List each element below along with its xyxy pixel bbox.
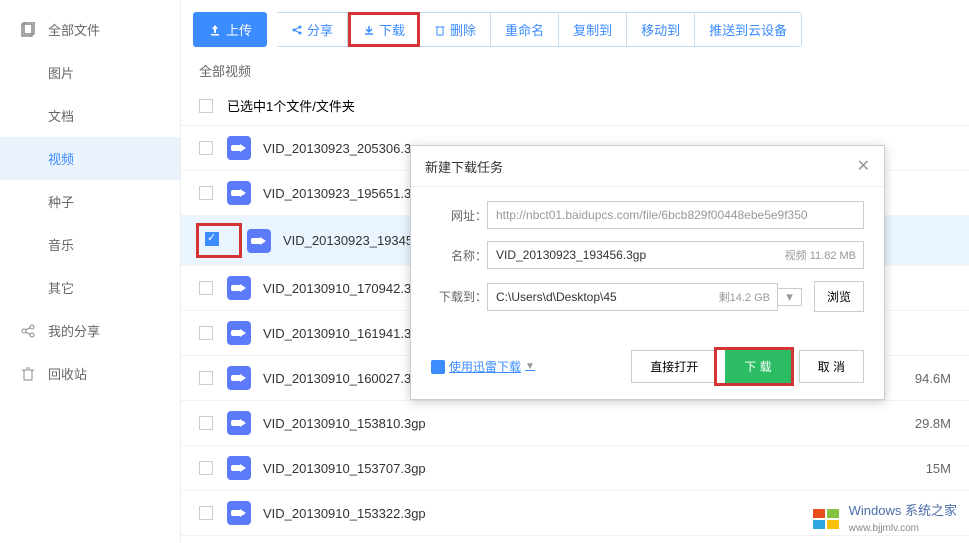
watermark-text: Windows 系统之家 www.bjjmlv.com	[849, 503, 957, 535]
file-size: 15M	[926, 461, 951, 476]
sidebar-label: 我的分享	[48, 321, 100, 340]
video-file-icon	[227, 321, 251, 345]
video-file-icon	[227, 501, 251, 525]
sidebar-item-music[interactable]: 音乐	[0, 223, 180, 266]
chevron-down-icon: ▼	[525, 361, 535, 372]
sidebar-item-docs[interactable]: 文档	[0, 94, 180, 137]
video-file-icon	[227, 411, 251, 435]
thunder-link[interactable]: 使用迅雷下载▼	[449, 358, 535, 375]
selected-count: 已选中1个文件/文件夹	[227, 96, 355, 115]
file-row[interactable]: VID_20130910_153810.3gp 29.8M	[181, 401, 969, 446]
windows-logo-icon	[811, 505, 843, 533]
url-input[interactable]	[487, 201, 864, 229]
file-checkbox[interactable]	[199, 186, 213, 200]
close-icon[interactable]: ✕	[857, 156, 870, 176]
file-checkbox[interactable]	[199, 281, 213, 295]
name-label: 名称：	[431, 247, 487, 264]
file-checkbox[interactable]	[199, 371, 213, 385]
file-row[interactable]: VID_20130910_153707.3gp 15M	[181, 446, 969, 491]
name-suffix: 视频 11.82 MB	[785, 247, 856, 263]
open-direct-button[interactable]: 直接打开	[631, 350, 717, 383]
video-file-icon	[227, 366, 251, 390]
toolbar: 上传 分享 下载 删除 重命名 复制到 移动	[181, 8, 969, 51]
copyto-button[interactable]: 复制到	[559, 12, 627, 47]
file-checkbox[interactable]	[199, 506, 213, 520]
cancel-button[interactable]: 取 消	[799, 350, 864, 383]
download-dialog: 新建下载任务 ✕ 网址： 名称： 视频 11.82 MB 下载到： 剩14.2 …	[410, 145, 885, 400]
dialog-title: 新建下载任务	[425, 157, 503, 176]
select-all-checkbox[interactable]	[199, 99, 213, 113]
sidebar-item-images[interactable]: 图片	[0, 51, 180, 94]
moveto-button[interactable]: 移动到	[627, 12, 695, 47]
file-checkbox[interactable]	[199, 141, 213, 155]
rename-button[interactable]: 重命名	[491, 12, 559, 47]
file-size: 94.6M	[915, 371, 951, 386]
file-size: 29.8M	[915, 416, 951, 431]
share-icon	[20, 323, 36, 339]
sidebar-item-other[interactable]: 其它	[0, 266, 180, 309]
sidebar-item-videos[interactable]: 视频	[0, 137, 180, 180]
file-checkbox[interactable]	[199, 461, 213, 475]
share-button[interactable]: 分享	[277, 12, 348, 47]
download-button[interactable]: 下载	[348, 12, 420, 47]
dialog-download-button[interactable]: 下 载	[725, 350, 790, 383]
sidebar-recycle[interactable]: 回收站	[0, 352, 180, 395]
sidebar-my-share[interactable]: 我的分享	[0, 309, 180, 352]
dest-label: 下载到：	[431, 288, 487, 305]
file-name: VID_20130910_153707.3gp	[263, 461, 926, 476]
checkbox-highlight	[199, 226, 239, 255]
browse-button[interactable]: 浏览	[814, 281, 864, 312]
sidebar-item-seeds[interactable]: 种子	[0, 180, 180, 223]
thunder-icon	[431, 360, 445, 374]
file-checkbox[interactable]	[205, 232, 219, 246]
video-file-icon	[227, 181, 251, 205]
upload-icon	[208, 23, 222, 37]
delete-button[interactable]: 删除	[420, 12, 491, 47]
video-file-icon	[247, 229, 271, 253]
share-icon	[291, 24, 303, 36]
sidebar-all-files[interactable]: 全部文件	[0, 8, 180, 51]
download-highlight: 下 载	[717, 350, 790, 383]
file-checkbox[interactable]	[199, 326, 213, 340]
sidebar-label: 全部文件	[48, 20, 100, 39]
files-icon	[20, 22, 36, 38]
url-label: 网址：	[431, 207, 487, 224]
select-all-row: 已选中1个文件/文件夹	[181, 86, 969, 126]
video-file-icon	[227, 136, 251, 160]
download-icon	[363, 24, 375, 36]
trash-icon	[20, 366, 36, 382]
push-button[interactable]: 推送到云设备	[695, 12, 802, 47]
video-file-icon	[227, 456, 251, 480]
trash-icon	[434, 24, 446, 36]
watermark: Windows 系统之家 www.bjjmlv.com	[811, 503, 957, 535]
dest-suffix: 剩14.2 GB	[719, 289, 770, 305]
subtitle: 全部视频	[181, 51, 969, 86]
upload-button[interactable]: 上传	[193, 12, 267, 47]
dest-dropdown[interactable]: ▾	[778, 288, 802, 306]
video-file-icon	[227, 276, 251, 300]
file-checkbox[interactable]	[199, 416, 213, 430]
file-name: VID_20130910_153810.3gp	[263, 416, 915, 431]
sidebar-label: 回收站	[48, 364, 87, 383]
